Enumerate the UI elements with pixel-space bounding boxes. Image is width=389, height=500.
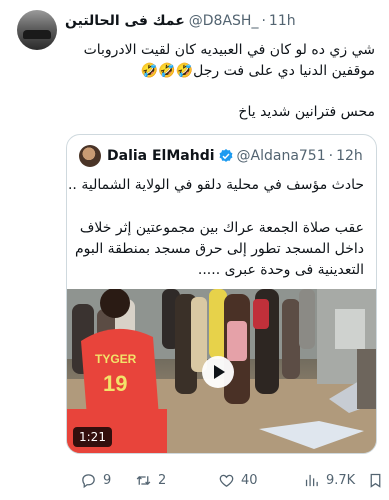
quoted-text-line-3: داخل المسجد تطور إلى حرق مسجد بمنطقة الب… — [74, 241, 364, 257]
display-name[interactable]: عمك فى الحالتين — [65, 13, 185, 29]
jersey-text: TYGER — [95, 352, 137, 366]
retweet-count: 2 — [158, 472, 167, 488]
video-player[interactable]: TYGER 19 1:21 — [67, 289, 376, 453]
quoted-time: 12h — [336, 148, 363, 164]
retweet-button[interactable]: 2 — [135, 472, 166, 489]
play-button[interactable] — [202, 356, 234, 388]
heart-icon — [219, 474, 234, 487]
jersey-number: 19 — [103, 371, 127, 396]
video-duration: 1:21 — [73, 427, 112, 447]
post-text-line-3: محس فترانين شديد ياخ — [238, 104, 375, 120]
bookmark-button[interactable] — [367, 472, 389, 489]
bookmark-icon — [370, 473, 381, 488]
reply-button[interactable]: 9 — [80, 472, 111, 489]
quoted-post-header: Dalia ElMahdi @Aldana751 · 12h — [79, 145, 363, 167]
quoted-post[interactable]: Dalia ElMahdi @Aldana751 · 12h حادث مؤسف… — [66, 134, 377, 454]
quoted-text-line-4: التعدينية فى وحدة عبرى ..... — [197, 262, 364, 278]
like-button[interactable]: 40 — [218, 472, 258, 489]
views-chart-icon — [305, 474, 318, 486]
reply-count: 9 — [103, 472, 112, 488]
quoted-separator-dot: · — [328, 148, 334, 164]
verified-badge-icon — [219, 149, 232, 162]
like-count: 40 — [241, 472, 258, 488]
quoted-text-line-2: عقب صلاة الجمعة عراك بين مجموعتين إثر خل… — [79, 220, 364, 236]
post-header: عمك فى الحالتين @D8ASH_ · 11h — [65, 11, 379, 31]
quoted-display-name: Dalia ElMahdi — [107, 148, 215, 164]
retweet-icon — [136, 475, 151, 485]
quoted-text-line-1: حادث مؤسف في محلية دلقو في الولاية الشما… — [67, 177, 364, 193]
user-handle[interactable]: @D8ASH_ — [189, 13, 259, 29]
post-text-line-2: موقفين الدنيا دي على فت رجل🤣🤣🤣 — [140, 63, 375, 79]
separator-dot: · — [261, 13, 266, 29]
post-time[interactable]: 11h — [269, 13, 296, 29]
post-text-line-1: شي زي ده لو كان في العبيديه كان لقيت الا… — [83, 42, 375, 58]
user-avatar[interactable] — [17, 10, 57, 50]
quoted-handle: @Aldana751 — [236, 148, 326, 164]
view-count: 9.7K — [326, 472, 356, 488]
views-button[interactable]: 9.7K — [303, 472, 355, 489]
reply-icon — [82, 473, 95, 488]
action-bar: 9 2 40 9.7K — [80, 468, 381, 492]
quoted-avatar — [79, 145, 101, 167]
